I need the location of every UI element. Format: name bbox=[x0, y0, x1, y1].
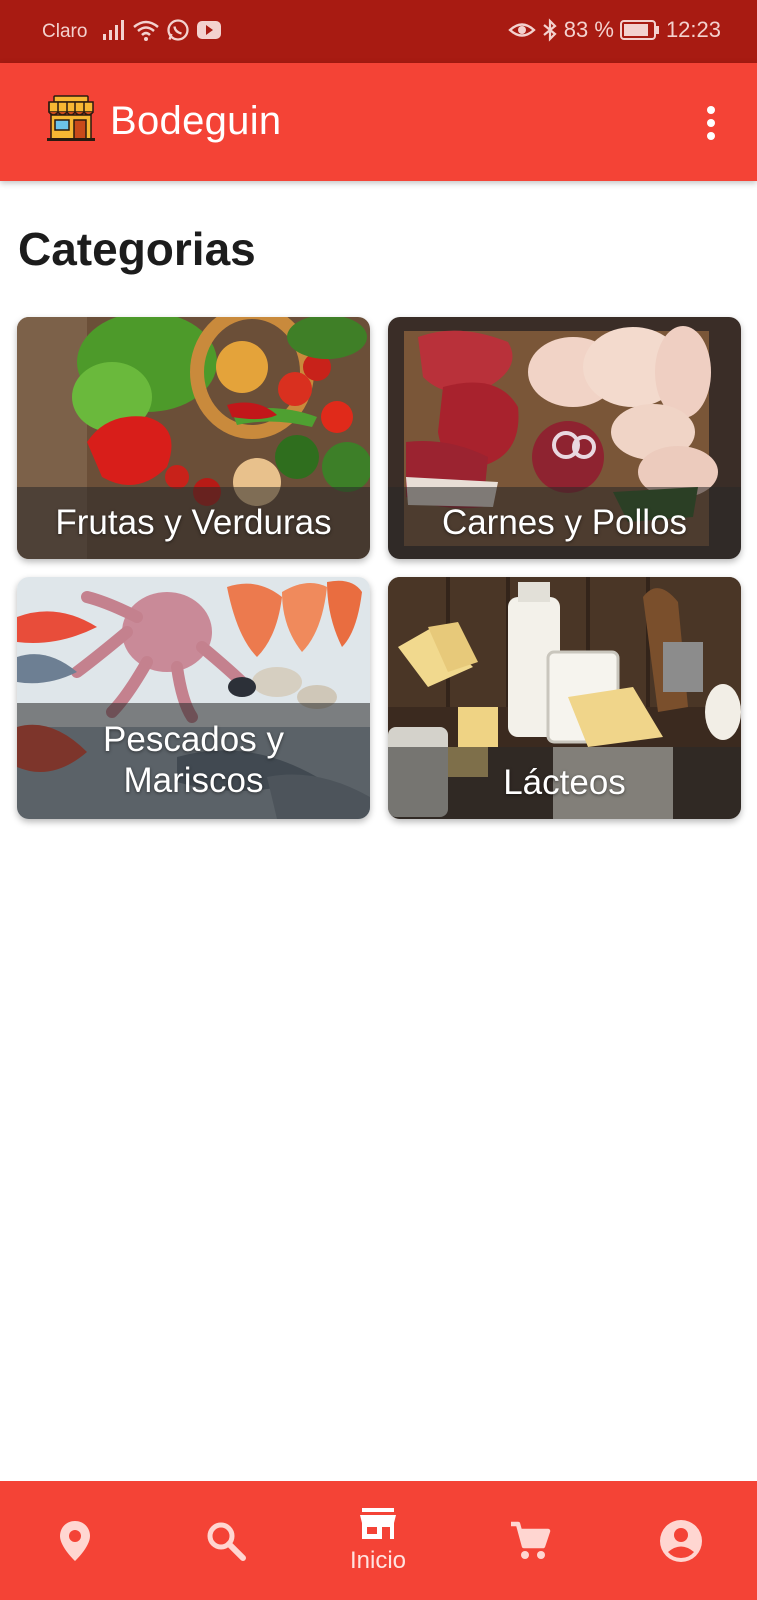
wifi-icon bbox=[132, 18, 160, 42]
app-title: Bodeguin bbox=[110, 99, 282, 143]
bluetooth-icon bbox=[542, 18, 558, 42]
status-left-icons bbox=[102, 18, 222, 42]
nav-item-location[interactable] bbox=[15, 1481, 135, 1600]
nav-item-cart[interactable] bbox=[470, 1481, 590, 1600]
status-bar: Claro 83 % 12:23 bbox=[0, 0, 757, 63]
account-icon bbox=[659, 1519, 703, 1563]
nav-item-account[interactable] bbox=[621, 1481, 741, 1600]
store-icon bbox=[359, 1507, 397, 1541]
search-icon bbox=[206, 1521, 246, 1561]
category-label-lacteos: Lácteos bbox=[388, 747, 741, 819]
page-title: Categorias bbox=[18, 223, 256, 275]
category-label-frutas-verduras: Frutas y Verduras bbox=[17, 487, 370, 559]
category-label-line-2: Mariscos bbox=[123, 761, 264, 800]
nav-item-search[interactable] bbox=[166, 1481, 286, 1600]
youtube-icon bbox=[196, 19, 222, 41]
more-vert-icon[interactable] bbox=[694, 103, 728, 143]
battery-percent: 83 % bbox=[563, 17, 614, 42]
category-card-carnes-pollos[interactable]: Carnes y Pollos bbox=[388, 317, 741, 559]
cart-icon bbox=[509, 1520, 551, 1562]
app-bar: Bodeguin bbox=[0, 63, 757, 181]
bottom-nav: Inicio bbox=[0, 1481, 757, 1600]
whatsapp-icon bbox=[166, 18, 190, 42]
category-card-pescados-mariscos[interactable]: Pescados y Mariscos bbox=[17, 577, 370, 819]
status-right: 83 % 12:23 bbox=[508, 17, 721, 43]
category-grid: Frutas y Verduras Carnes y Pollos Pescad… bbox=[17, 317, 741, 819]
location-pin-icon bbox=[58, 1519, 92, 1563]
clock: 12:23 bbox=[665, 17, 721, 42]
category-label-carnes-pollos: Carnes y Pollos bbox=[388, 487, 741, 559]
eye-icon bbox=[508, 19, 536, 41]
nav-label-inicio: Inicio bbox=[349, 1546, 407, 1574]
nav-item-inicio[interactable]: Inicio bbox=[318, 1481, 438, 1600]
carrier-label: Claro bbox=[42, 21, 88, 42]
category-card-lacteos[interactable]: Lácteos bbox=[388, 577, 741, 819]
store-icon bbox=[46, 93, 96, 148]
signal-icon bbox=[102, 19, 126, 41]
category-card-frutas-verduras[interactable]: Frutas y Verduras bbox=[17, 317, 370, 559]
category-label-pescados-mariscos: Pescados y Mariscos bbox=[17, 703, 370, 819]
battery-icon bbox=[619, 19, 660, 41]
category-label-line-1: Pescados y bbox=[103, 720, 284, 760]
